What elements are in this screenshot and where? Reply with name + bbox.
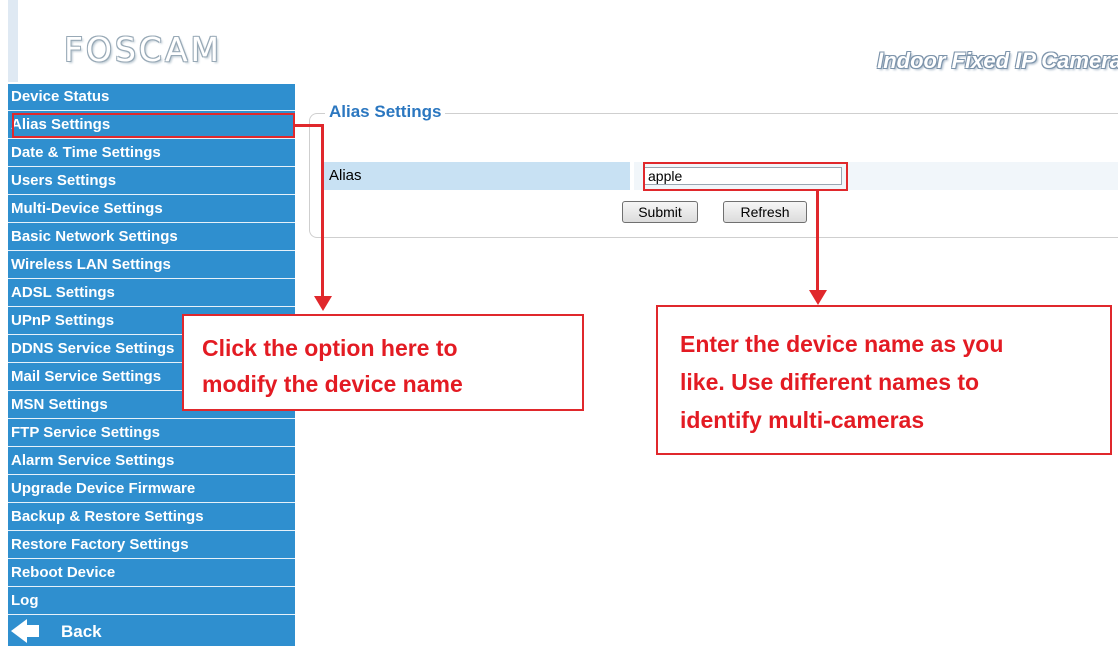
sidebar-item-adsl-settings[interactable]: ADSL Settings: [8, 280, 295, 307]
back-button[interactable]: Back: [8, 616, 295, 646]
sidebar-item-log[interactable]: Log: [8, 588, 295, 615]
callout-left: Click the option here to modify the devi…: [182, 314, 584, 411]
sidebar-item-device-status[interactable]: Device Status: [8, 84, 295, 111]
callout-right: Enter the device name as you like. Use d…: [656, 305, 1112, 455]
sidebar-item-alarm-service-settings[interactable]: Alarm Service Settings: [8, 448, 295, 475]
alias-label: Alias: [324, 162, 630, 190]
product-title: Indoor Fixed IP Camera: [877, 48, 1118, 73]
back-label: Back: [61, 622, 102, 641]
back-arrow-tail: [25, 625, 39, 637]
section-title: Alias Settings: [325, 102, 446, 122]
arrow-head-left: [314, 296, 332, 311]
submit-button[interactable]: Submit: [622, 201, 698, 223]
callout-left-line1: Click the option here to: [202, 335, 458, 361]
header-left-bar: [8, 0, 18, 82]
sidebar-item-restore-factory-settings[interactable]: Restore Factory Settings: [8, 532, 295, 559]
callout-right-line2: like. Use different names to: [680, 369, 980, 395]
sidebar-item-multi-device-settings[interactable]: Multi-Device Settings: [8, 196, 295, 223]
arrow-shaft-left: [321, 124, 324, 298]
sidebar-item-ftp-service-settings[interactable]: FTP Service Settings: [8, 420, 295, 447]
arrow-head-right: [809, 290, 827, 305]
sidebar-item-users-settings[interactable]: Users Settings: [8, 168, 295, 195]
callout-right-line3: identify multi-cameras: [680, 407, 925, 433]
callout-right-line1: Enter the device name as you: [680, 331, 1004, 357]
arrow-connector: [293, 124, 324, 127]
callout-left-line2: modify the device name: [202, 371, 463, 397]
refresh-button[interactable]: Refresh: [723, 201, 807, 223]
sidebar-item-backup-restore-settings[interactable]: Backup & Restore Settings: [8, 504, 295, 531]
arrow-shaft-right: [816, 191, 819, 292]
page-header: FOSCAM Indoor Fixed IP Camera: [0, 0, 1118, 82]
sidebar-item-date-time-settings[interactable]: Date & Time Settings: [8, 140, 295, 167]
sidebar-item-basic-network-settings[interactable]: Basic Network Settings: [8, 224, 295, 251]
sidebar-item-wireless-lan-settings[interactable]: Wireless LAN Settings: [8, 252, 295, 279]
foscam-logo: FOSCAM: [64, 30, 222, 69]
sidebar-item-reboot-device[interactable]: Reboot Device: [8, 560, 295, 587]
highlight-alias-menu: [12, 113, 295, 138]
sidebar-item-upgrade-device-firmware[interactable]: Upgrade Device Firmware: [8, 476, 295, 503]
highlight-alias-input: [643, 162, 848, 191]
